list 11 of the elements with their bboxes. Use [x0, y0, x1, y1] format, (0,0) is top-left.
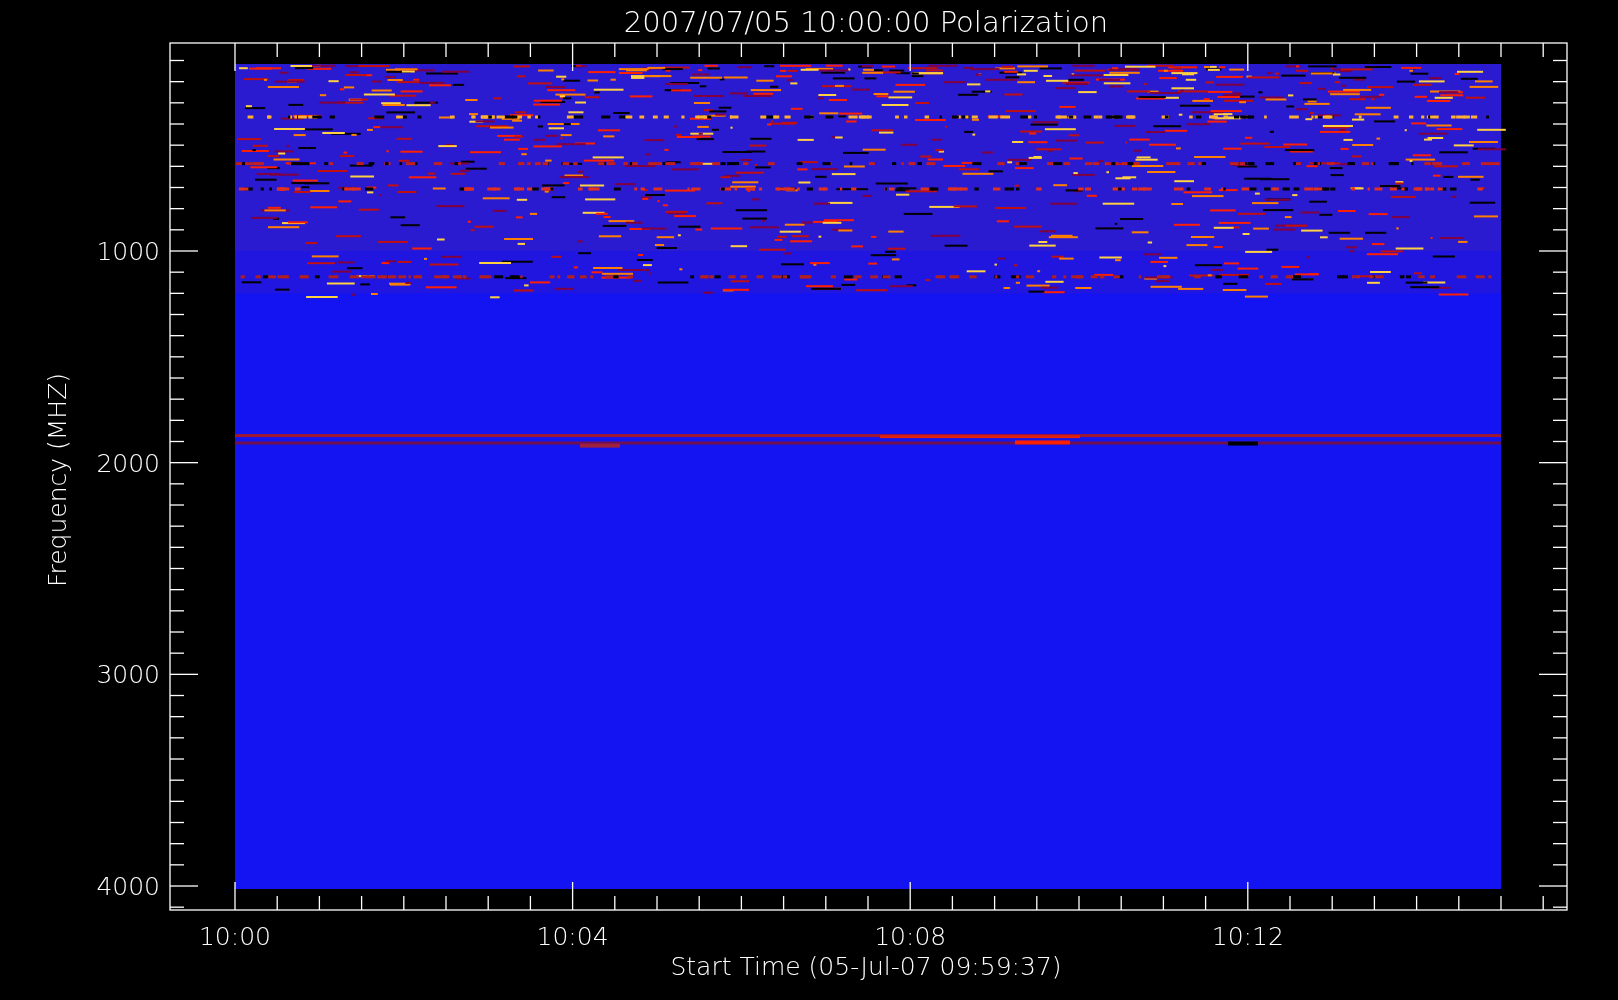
x-tick-label: 10:00 [199, 922, 271, 951]
y-axis-label: Frequency (MHZ) [43, 372, 72, 588]
x-tick-label: 10:04 [536, 922, 609, 951]
x-tick-label: 10:08 [874, 922, 947, 951]
y-tick-label: 4000 [96, 872, 160, 901]
x-axis-label: Start Time (05-Jul-07 09:59:37) [670, 952, 1062, 981]
x-tick-label: 10:12 [1211, 922, 1284, 951]
chart-title: 2007/07/05 10:00:00 Polarization [623, 5, 1109, 39]
y-tick-label: 2000 [96, 448, 160, 478]
y-tick-label: 3000 [96, 660, 160, 690]
y-tick-label: 1000 [96, 237, 160, 266]
